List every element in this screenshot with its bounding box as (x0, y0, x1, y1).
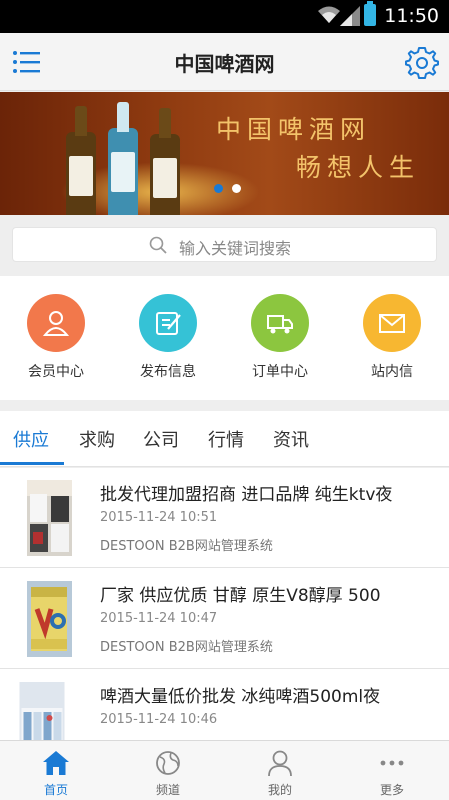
edit-icon (156, 312, 181, 335)
beer-bottle-image (150, 108, 180, 215)
member-center-label: 会员中心 (28, 364, 84, 380)
bottom-navigation: 首页 频道 我的 更多 (0, 740, 449, 800)
nav-mine-label: 我的 (267, 783, 292, 797)
publish-info-label: 发布信息 (140, 364, 196, 380)
category-tabs: 供应 求购 公司 行情 资讯 (0, 411, 449, 467)
order-center-circle (251, 294, 309, 352)
battery-icon (364, 1, 376, 26)
app-header: 中国啤酒网 (0, 33, 449, 91)
search-placeholder: 输入关键词搜索 (179, 239, 292, 258)
list-item[interactable]: 啤酒大量低价批发 冰纯啤酒500ml夜 2015-11-24 10:46 (0, 670, 449, 740)
item-title: 厂家 供应优质 甘醇 原生V8醇厚 500 (100, 586, 381, 606)
banner-slogan: 畅想人生 (296, 153, 421, 182)
item-source: DESTOON B2B网站管理系统 (100, 640, 273, 655)
publish-info-button[interactable]: 发布信息 (112, 276, 224, 400)
user-icon (42, 311, 70, 336)
banner-heading: 中国啤酒网 (216, 115, 372, 144)
item-title: 啤酒大量低价批发 冰纯啤酒500ml夜 (100, 687, 381, 707)
status-time: 11:50 (384, 5, 439, 27)
carousel-dot-active[interactable] (214, 184, 223, 193)
product-thumbnail (27, 581, 72, 657)
item-title: 批发代理加盟招商 进口品牌 纯生ktv夜 (100, 485, 393, 505)
item-date: 2015-11-24 10:46 (100, 712, 218, 727)
item-date: 2015-11-24 10:51 (100, 510, 218, 525)
order-center-button[interactable]: 订单中心 (224, 276, 336, 400)
tab-market[interactable]: 行情 (208, 426, 244, 452)
search-area: 输入关键词搜索 (0, 215, 449, 273)
person-icon (268, 750, 292, 777)
site-message-label: 站内信 (371, 364, 413, 380)
gear-icon[interactable] (405, 45, 439, 79)
nav-home[interactable]: 首页 (0, 741, 112, 800)
tab-indicator (0, 462, 64, 465)
globe-icon (156, 751, 180, 775)
tab-supply[interactable]: 供应 (13, 426, 49, 452)
tab-purchase[interactable]: 求购 (79, 426, 115, 452)
product-thumbnail (27, 480, 72, 556)
promo-banner[interactable]: 中国啤酒网 畅想人生 (0, 92, 449, 215)
list-item[interactable]: 批发代理加盟招商 进口品牌 纯生ktv夜 2015-11-24 10:51 DE… (0, 468, 449, 568)
nav-channel[interactable]: 频道 (112, 741, 224, 800)
status-bar: 11:50 (0, 0, 449, 33)
search-input[interactable]: 输入关键词搜索 (12, 227, 437, 262)
search-icon (149, 236, 167, 254)
supply-list: 批发代理加盟招商 进口品牌 纯生ktv夜 2015-11-24 10:51 DE… (0, 468, 449, 740)
nav-channel-label: 频道 (155, 783, 180, 797)
beer-bottle-image (66, 106, 96, 215)
signal-icon (340, 6, 360, 26)
product-thumbnail (19, 682, 65, 740)
truck-icon (267, 315, 293, 334)
site-message-circle (363, 294, 421, 352)
carousel-dot[interactable] (232, 184, 241, 193)
home-icon (43, 751, 69, 775)
quick-actions: 会员中心 发布信息 订单中心 站内信 (0, 276, 449, 400)
wifi-icon (318, 6, 340, 23)
mail-icon (379, 314, 405, 333)
page-title: 中国啤酒网 (174, 52, 275, 76)
item-date: 2015-11-24 10:47 (100, 611, 218, 626)
order-center-label: 订单中心 (252, 364, 308, 380)
publish-info-circle (139, 294, 197, 352)
site-message-button[interactable]: 站内信 (336, 276, 448, 400)
more-icon (380, 760, 404, 766)
tab-company[interactable]: 公司 (143, 426, 179, 452)
nav-mine[interactable]: 我的 (224, 741, 336, 800)
nav-more[interactable]: 更多 (336, 741, 448, 800)
tab-news[interactable]: 资讯 (273, 426, 309, 452)
nav-more-label: 更多 (379, 783, 404, 797)
list-item[interactable]: 厂家 供应优质 甘醇 原生V8醇厚 500 2015-11-24 10:47 D… (0, 569, 449, 669)
member-center-button[interactable]: 会员中心 (0, 276, 112, 400)
beer-bottle-image (108, 102, 138, 215)
member-center-circle (27, 294, 85, 352)
nav-home-label: 首页 (43, 783, 68, 797)
item-source: DESTOON B2B网站管理系统 (100, 539, 273, 554)
